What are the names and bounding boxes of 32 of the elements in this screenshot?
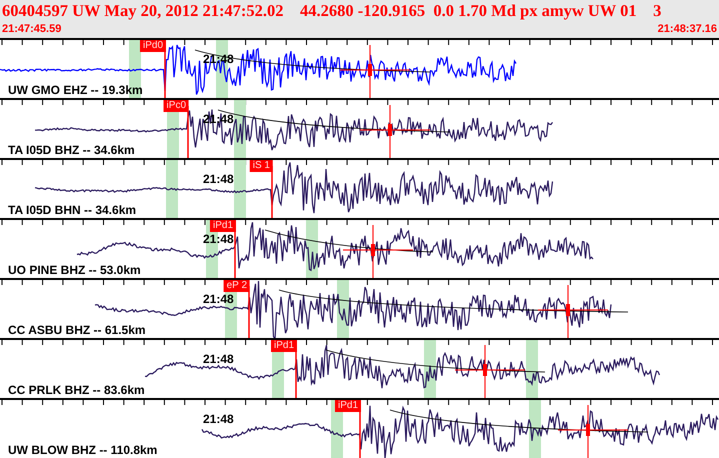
end-time: 21:48:37.16: [658, 22, 717, 36]
amplitude-marker: [342, 224, 414, 278]
time-label: 21:48: [203, 352, 234, 366]
pick-label[interactable]: iPd1: [270, 340, 297, 352]
phase-window: [529, 400, 541, 458]
phase-window: [526, 340, 538, 400]
pick-label[interactable]: iPc0: [164, 100, 189, 112]
pick-label[interactable]: iPd0: [140, 40, 166, 52]
phase-window: [166, 160, 178, 220]
station-label: TA I05D BHZ -- 34.6km: [8, 143, 135, 157]
station-label: CC ASBU BHZ -- 61.5km: [8, 323, 146, 337]
station-label: UW GMO EHZ -- 19.3km: [8, 83, 143, 97]
station-label: TA I05D BHN -- 34.6km: [8, 203, 136, 217]
time-label: 21:48: [203, 172, 234, 186]
amplitude-marker: [360, 104, 430, 158]
time-label: 21:48: [203, 292, 234, 306]
amplitude-marker: [538, 284, 608, 338]
station-label: UO PINE BHZ -- 53.0km: [8, 263, 141, 277]
phase-window: [234, 160, 246, 220]
station-label: UW BLOW BHZ -- 110.8km: [8, 443, 158, 457]
time-label: 21:48: [203, 232, 234, 246]
pick-label[interactable]: iS 1: [250, 160, 273, 172]
pick-label[interactable]: iPd1: [210, 220, 236, 232]
pick-label[interactable]: iPd1: [334, 400, 361, 412]
amplitude-marker: [340, 44, 410, 98]
pick-label[interactable]: eP 2: [224, 280, 250, 292]
start-time: 21:47:45.59: [2, 22, 62, 36]
event-title: 60404597 UW May 20, 2012 21:47:52.02 44.2680 -120.9165 0.0 1.70 Md px amyw UW 01 3: [2, 0, 662, 22]
station-label: CC PRLK BHZ -- 83.6km: [8, 383, 145, 397]
time-label: 21:48: [203, 412, 234, 426]
amplitude-marker: [454, 344, 526, 398]
amplitude-marker: [558, 404, 628, 458]
